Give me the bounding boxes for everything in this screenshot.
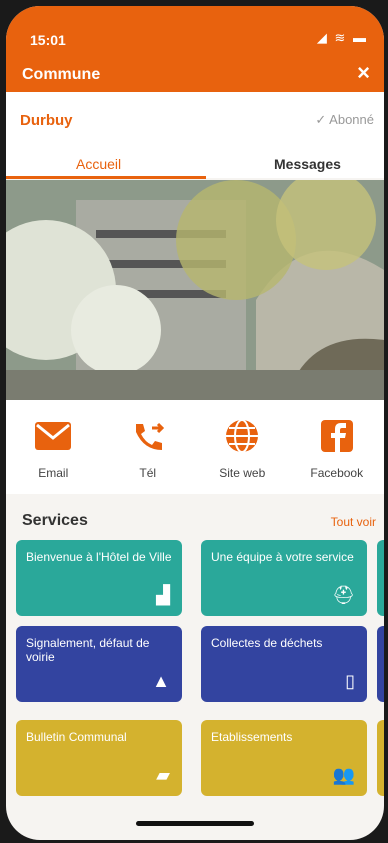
people-icon: 👥: [332, 765, 355, 785]
action-email[interactable]: Email: [6, 400, 101, 494]
action-label: Email: [38, 466, 69, 480]
service-card-signalement[interactable]: Signalement, défaut de voirie ▲: [16, 626, 182, 702]
card-label: Etablissements: [211, 730, 293, 744]
close-icon[interactable]: ×: [357, 60, 370, 86]
action-label: Site web: [219, 466, 266, 480]
tab-messages[interactable]: Messages: [274, 156, 341, 172]
tab-accueil[interactable]: Accueil: [76, 156, 121, 172]
commune-name: Durbuy: [20, 112, 73, 129]
helmet-icon: ⛑: [332, 585, 355, 605]
service-card-hotel-de-ville[interactable]: Bienvenue à l'Hôtel de Ville ▟: [16, 540, 182, 616]
globe-icon: [226, 419, 259, 453]
status-time: 15:01: [30, 32, 66, 48]
card-label: Bienvenue à l'Hôtel de Ville: [26, 550, 172, 564]
subscribe-button[interactable]: ✓ Abonné: [315, 112, 374, 128]
folder-icon: ▰: [156, 765, 170, 785]
home-indicator[interactable]: [136, 821, 254, 826]
action-website[interactable]: Site web: [195, 400, 290, 494]
action-label: Facebook: [310, 466, 364, 480]
card-label: Signalement, défaut de voirie: [26, 636, 150, 664]
action-facebook[interactable]: Facebook: [290, 400, 385, 494]
service-card-partial[interactable]: [377, 540, 384, 616]
card-label: Une équipe à votre service: [211, 550, 354, 564]
service-card-bulletin[interactable]: Bulletin Communal ▰: [16, 720, 182, 796]
phone-forward-icon: [135, 422, 164, 450]
commune-photo: [6, 180, 384, 400]
action-label: Tél: [139, 466, 157, 480]
contact-actions: Email Tél Site web Facebook: [6, 400, 384, 494]
service-card-partial[interactable]: [377, 626, 384, 702]
building-icon: ▟: [156, 585, 170, 605]
top-bar: 15:01 ◢ ≋ ▬ Commune ×: [6, 6, 384, 92]
mail-icon: [35, 422, 72, 450]
service-card-partial[interactable]: [377, 720, 384, 796]
bin-icon: ▯: [345, 671, 355, 691]
nav-title: Commune: [22, 66, 101, 83]
status-icons: ◢ ≋ ▬: [316, 30, 368, 45]
service-card-collectes[interactable]: Collectes de déchets ▯: [201, 626, 367, 702]
services-title: Services: [22, 512, 88, 529]
phone-frame: 15:01 ◢ ≋ ▬ Commune × Durbuy ✓ Abonné Ac…: [6, 6, 384, 840]
action-phone[interactable]: Tél: [101, 400, 196, 494]
see-all-link[interactable]: Tout voir: [331, 515, 376, 529]
service-card-equipe[interactable]: Une équipe à votre service ⛑: [201, 540, 367, 616]
warning-icon: ▲: [152, 671, 170, 691]
card-label: Collectes de déchets: [211, 636, 323, 650]
service-card-etablissements[interactable]: Etablissements 👥: [201, 720, 367, 796]
active-tab-indicator: [6, 176, 206, 179]
card-label: Bulletin Communal: [26, 730, 127, 744]
facebook-icon: [320, 420, 353, 452]
